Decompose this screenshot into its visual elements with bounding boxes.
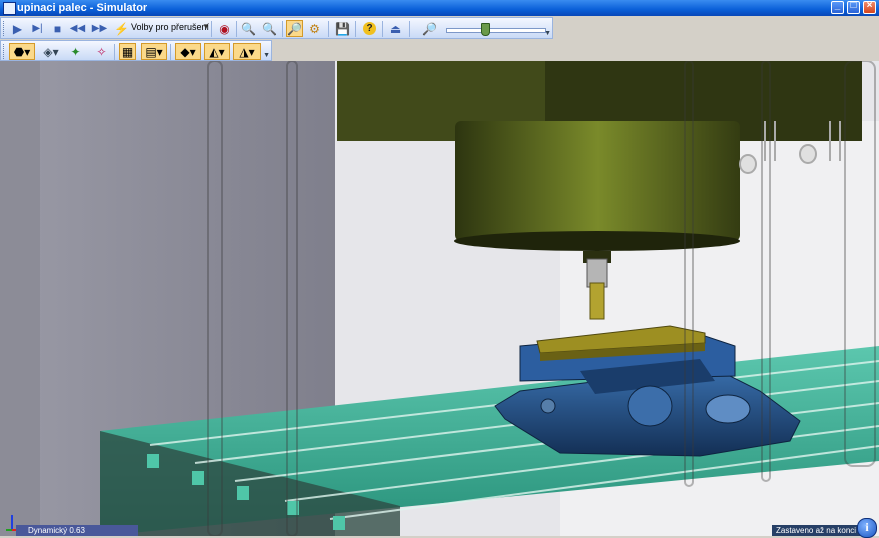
settings-button[interactable]: ⚙ (306, 20, 323, 37)
transparency-button[interactable]: ◮▾ (233, 43, 261, 60)
step-icon: ▶| (32, 22, 43, 34)
separator (409, 21, 410, 37)
shading-button[interactable]: ◭▾ (204, 43, 230, 60)
step-button[interactable]: ▶| (29, 20, 46, 37)
toolbar-options-chevron[interactable]: ▼ (544, 30, 551, 37)
minimize-button[interactable]: _ (831, 0, 844, 14)
speed-slider-track[interactable] (446, 28, 546, 33)
lightning-icon: ⚡ (114, 21, 129, 36)
render-mode-status: Dynamický 0.63 (16, 525, 138, 536)
reset-view-icon: ✧ (96, 44, 107, 59)
play-icon: ▶ (12, 21, 23, 36)
view-front-button[interactable]: ⬣▾ (9, 43, 35, 60)
fast-forward-button[interactable]: ▶▶ (91, 20, 108, 37)
dropdown-arrow-icon[interactable]: ▼ (202, 22, 210, 31)
toolbar-grip[interactable] (3, 44, 7, 59)
shading-icon: ◭▾ (209, 44, 225, 59)
simulation-state-status: Zastaveno až na konci (772, 525, 862, 536)
simulation-viewport[interactable] (0, 61, 879, 536)
help-button[interactable]: ? (361, 20, 378, 37)
cube-view-icon: ⬣▾ (13, 44, 31, 59)
magnifier-icon: 🔎 (287, 21, 302, 36)
info-button[interactable]: i (857, 518, 877, 538)
close-button[interactable]: × (863, 0, 876, 14)
maximize-icon: □ (850, 0, 857, 11)
eject-icon: ⏏ (389, 21, 402, 36)
view-toolbar: ⬣▾ ◈▾ ✦ ✧ ▦ ▤▾ ◆▾ ◭▾ ◮▾ ▼ (0, 40, 272, 61)
separator (355, 21, 356, 37)
separator (282, 21, 283, 37)
display-mode-button[interactable]: ◆▾ (175, 43, 201, 60)
eject-button[interactable]: ⏏ (387, 20, 404, 37)
rewind-icon: ◀◀ (69, 22, 86, 34)
minimize-icon: _ (834, 0, 841, 11)
view-tool-button[interactable]: 🔎 (286, 20, 303, 37)
separator (236, 21, 237, 37)
help-icon: ? (363, 22, 376, 35)
view-reset-button[interactable]: ✧ (93, 43, 110, 60)
play-button[interactable]: ▶ (9, 20, 26, 37)
stop-button[interactable]: ■ (49, 20, 66, 37)
separator (170, 44, 171, 60)
window-title: upinaci palec - Simulator (17, 2, 148, 14)
save-icon: 💾 (335, 21, 350, 36)
display-mode-icon: ◆▾ (180, 44, 196, 59)
iso-view-icon: ◈▾ (43, 44, 59, 59)
transparency-icon: ◮▾ (239, 44, 255, 59)
speed-slider-thumb[interactable] (480, 23, 490, 36)
separator (114, 44, 115, 60)
speed-icon-button: 🔎 (421, 20, 438, 37)
toolbar-options-chevron[interactable]: ▼ (263, 52, 270, 59)
save-button[interactable]: 💾 (334, 20, 351, 37)
view-iso-button[interactable]: ◈▾ (38, 43, 64, 60)
view-machine-button[interactable]: ▦ (119, 43, 136, 60)
info-icon: i (865, 520, 869, 534)
app-icon (3, 2, 16, 15)
rewind-button[interactable]: ◀◀ (69, 20, 86, 37)
separator (382, 21, 383, 37)
view-tool-path-button[interactable]: ✦ (67, 43, 84, 60)
view-workpiece-button[interactable]: ▤▾ (141, 43, 167, 60)
fast-forward-icon: ▶▶ (91, 22, 108, 34)
close-icon: × (866, 0, 873, 11)
workpiece-icon: ▤▾ (145, 44, 163, 59)
separator (328, 21, 329, 37)
machine-icon: ▦ (121, 44, 134, 59)
stop-icon: ■ (53, 21, 62, 36)
interrupt-options-button[interactable]: ⚡ (113, 20, 130, 37)
zoom-in-button[interactable]: 🔍 (240, 20, 257, 37)
simulation-toolbar: ▶ ▶| ■ ◀◀ ▶▶ ⚡ Volby pro přerušení ▼ ◉ 🔍… (0, 17, 553, 39)
title-bar: upinaci palec - Simulator _ □ × (0, 0, 879, 16)
separator (211, 21, 212, 37)
gears-icon: ⚙ (309, 21, 320, 36)
record-button[interactable]: ◉ (216, 20, 233, 37)
maximize-button[interactable]: □ (847, 0, 860, 14)
zoom-in-icon: 🔍 (241, 21, 256, 36)
zoom-out-icon: 🔍 (262, 21, 277, 36)
toolpath-icon: ✦ (70, 44, 81, 59)
cutting-tool (589, 282, 605, 320)
speed-magnifier-icon: 🔎 (422, 21, 437, 36)
toolbar-grip[interactable] (3, 21, 7, 36)
interrupt-options-label[interactable]: Volby pro přerušení (131, 22, 209, 32)
record-icon: ◉ (219, 21, 230, 36)
zoom-out-button[interactable]: 🔍 (261, 20, 278, 37)
